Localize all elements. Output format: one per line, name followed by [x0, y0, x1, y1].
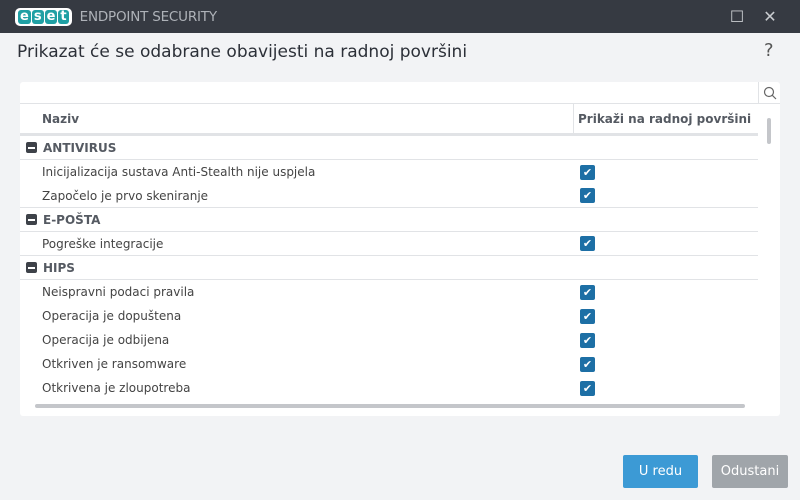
notification-label: Operacija je odbijena — [42, 333, 170, 347]
show-checkbox[interactable]: ✔ — [580, 284, 595, 300]
show-checkbox[interactable]: ✔ — [580, 356, 595, 372]
show-checkbox[interactable]: ✔ — [580, 380, 595, 396]
app-title: ENDPOINT SECURITY — [79, 8, 217, 25]
group-row[interactable]: E-POŠTA — [20, 208, 758, 232]
notification-label: Započelo je prvo skeniranje — [42, 188, 209, 203]
search-input[interactable] — [20, 82, 780, 104]
table-row: Započelo je prvo skeniranje ✔ — [20, 184, 758, 208]
notification-label: Neispravni podaci pravila — [42, 285, 195, 299]
table-row: Inicijalizacija sustava Anti-Stealth nij… — [20, 160, 758, 184]
group-label: ANTIVIRUS — [43, 140, 117, 155]
column-show-desktop[interactable]: Prikaži na radnoj površini — [573, 104, 758, 133]
show-checkbox[interactable]: ✔ — [580, 332, 595, 348]
horizontal-scrollbar[interactable] — [35, 404, 745, 408]
close-button[interactable]: ✕ — [755, 0, 785, 33]
group-row[interactable]: HIPS — [20, 256, 758, 280]
group-row[interactable]: ANTIVIRUS — [20, 136, 758, 160]
notification-label: Pogreške integracije — [42, 236, 164, 251]
table-header: Naziv Prikaži na radnoj površini — [20, 104, 758, 136]
notification-label: Inicijalizacija sustava Anti-Stealth nij… — [42, 165, 316, 179]
table-row: Neispravni podaci pravila ✔ — [20, 280, 758, 304]
group-label: E-POŠTA — [43, 212, 101, 227]
notification-label: Otkriven je ransomware — [42, 357, 187, 371]
eset-logo: eset — [15, 7, 72, 26]
table-row: Operacija je odbijena ✔ — [20, 328, 758, 352]
vertical-scrollbar[interactable] — [767, 118, 771, 144]
notification-label: Operacija je dopuštena — [42, 309, 182, 323]
show-checkbox[interactable]: ✔ — [580, 236, 595, 251]
page-title: Prikazat će se odabrane obavijesti na ra… — [17, 42, 468, 62]
table-row: Operacija je dopuštena ✔ — [20, 304, 758, 328]
collapse-icon[interactable] — [26, 142, 37, 153]
ok-button[interactable]: U redu — [623, 455, 698, 488]
notification-label: Otkrivena je zloupotreba — [42, 381, 191, 395]
table-row: Pogreške integracije ✔ — [20, 232, 758, 256]
group-label: HIPS — [43, 260, 75, 275]
help-button[interactable]: ? — [764, 40, 774, 61]
cancel-button[interactable]: Odustani — [712, 455, 788, 488]
notifications-table: Naziv Prikaži na radnoj površini ANTIVIR… — [20, 82, 780, 416]
collapse-icon[interactable] — [26, 214, 37, 225]
show-checkbox[interactable]: ✔ — [580, 164, 595, 180]
collapse-icon[interactable] — [26, 262, 37, 273]
maximize-button[interactable]: ☐ — [722, 0, 752, 33]
table-row: Otkrivena je zloupotreba ✔ — [20, 376, 758, 400]
show-checkbox[interactable]: ✔ — [580, 188, 595, 203]
title-bar: eset ENDPOINT SECURITY ☐ ✕ — [0, 0, 800, 33]
search-icon[interactable] — [758, 82, 780, 104]
column-name[interactable]: Naziv — [20, 104, 573, 133]
table-row: Otkriven je ransomware ✔ — [20, 352, 758, 376]
show-checkbox[interactable]: ✔ — [580, 308, 595, 324]
